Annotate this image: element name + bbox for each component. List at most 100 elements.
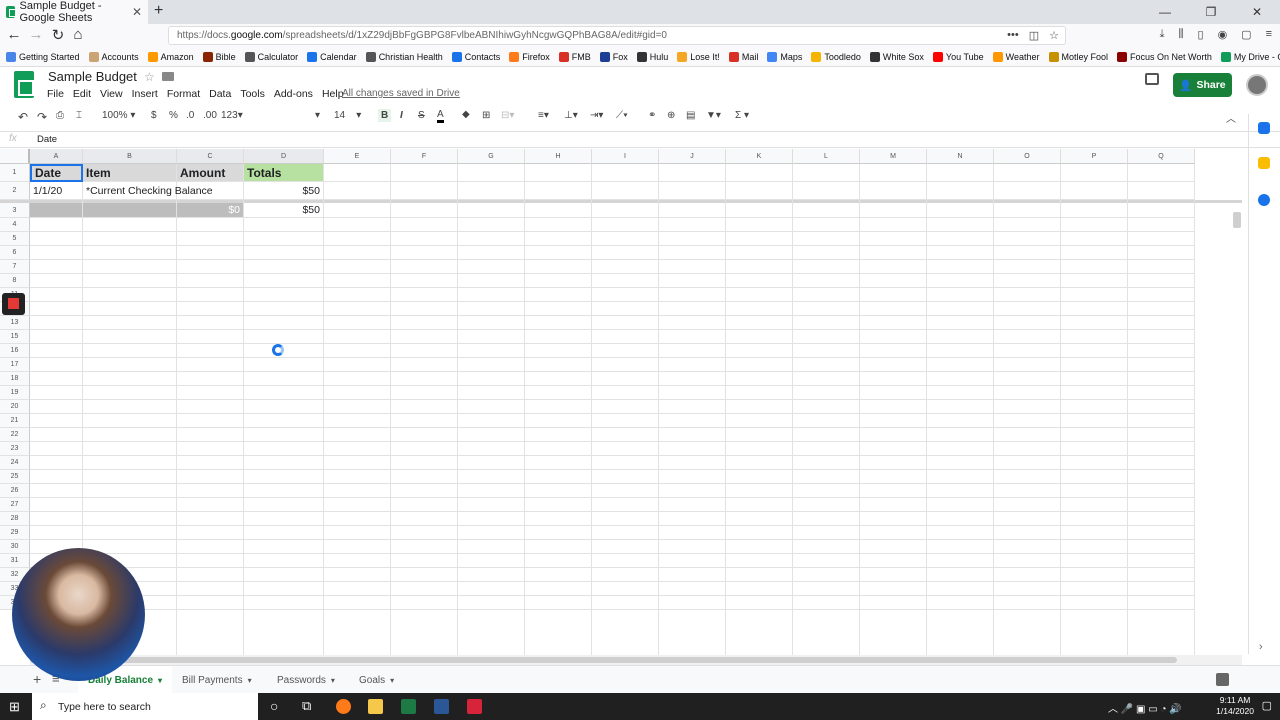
quicken-icon[interactable] xyxy=(467,699,482,714)
functions-button[interactable]: Σ ▾ xyxy=(735,110,749,121)
firefox-icon[interactable] xyxy=(336,699,351,714)
column-header-j[interactable]: J xyxy=(659,149,726,164)
browser-tab[interactable]: Sample Budget - Google Sheets ✕ xyxy=(0,0,148,24)
row-header-25[interactable]: 25 xyxy=(0,470,30,484)
chevron-down-icon[interactable]: ▾ xyxy=(248,676,252,685)
row-header-20[interactable]: 20 xyxy=(0,400,30,414)
forward-icon[interactable]: → xyxy=(26,26,46,43)
bookmark-item[interactable]: Accounts xyxy=(88,51,139,62)
column-header-b[interactable]: B xyxy=(83,149,177,164)
close-window-icon[interactable]: ✕ xyxy=(1234,0,1280,24)
percent-button[interactable]: % xyxy=(169,110,178,121)
avatar[interactable] xyxy=(1246,74,1268,96)
column-header-c[interactable]: C xyxy=(177,149,244,164)
formula-bar[interactable]: fx Date xyxy=(0,132,1280,148)
column-header-h[interactable]: H xyxy=(525,149,592,164)
column-header-i[interactable]: I xyxy=(592,149,659,164)
row-header-23[interactable]: 23 xyxy=(0,442,30,456)
menu-icon[interactable]: ≡ xyxy=(1266,28,1272,41)
menu-file[interactable]: File xyxy=(47,88,64,100)
bookmark-item[interactable]: Motley Fool xyxy=(1048,51,1108,62)
align-vertical-icon[interactable]: ⊥▾ xyxy=(564,110,578,121)
row-header-26[interactable]: 26 xyxy=(0,484,30,498)
bookmark-item[interactable]: Amazon xyxy=(147,51,194,62)
word-icon[interactable] xyxy=(434,699,449,714)
cell-c3[interactable]: $0 xyxy=(177,203,244,218)
home-icon[interactable]: ⌂ xyxy=(68,26,88,43)
bookmark-item[interactable]: Calendar xyxy=(307,51,357,62)
row-header-21[interactable]: 21 xyxy=(0,414,30,428)
bookmark-item[interactable]: Fox xyxy=(599,51,628,62)
bookmark-item[interactable]: Getting Started xyxy=(6,51,80,62)
menu-format[interactable]: Format xyxy=(167,88,200,100)
cortana-icon[interactable]: ○ xyxy=(270,698,278,714)
vertical-scrollbar[interactable] xyxy=(1233,212,1241,228)
cell-b1[interactable]: Item xyxy=(83,164,177,182)
page-actions-icon[interactable]: ••• xyxy=(1007,29,1019,42)
new-tab-icon[interactable]: + xyxy=(154,2,163,20)
row-header-16[interactable]: 16 xyxy=(0,344,30,358)
row-header-28[interactable]: 28 xyxy=(0,512,30,526)
bookmark-item[interactable]: Hulu xyxy=(636,51,668,62)
row-header-15[interactable]: 15 xyxy=(0,330,30,344)
column-header-k[interactable]: K xyxy=(726,149,793,164)
decrease-decimal-button[interactable]: .0 xyxy=(186,110,194,121)
bold-button[interactable]: B xyxy=(378,109,392,122)
insert-comment-icon[interactable]: ⊕ xyxy=(667,110,675,121)
document-title[interactable]: Sample Budget xyxy=(48,69,137,84)
chevron-down-icon[interactable]: ▾ xyxy=(390,676,394,685)
sheet-tab-passwords[interactable]: Passwords ▾ xyxy=(277,666,335,694)
font-size-select[interactable]: 14 ▾ xyxy=(334,110,361,121)
system-tray-icons[interactable]: ︿ 🎤 ▣ ▭ ◔ 🔊 xyxy=(1108,700,1182,715)
row-header-3[interactable]: 3 xyxy=(0,203,30,218)
bookmark-item[interactable]: My Drive - Google Drive xyxy=(1220,51,1280,62)
column-header-q[interactable]: Q xyxy=(1128,149,1195,164)
bookmark-item[interactable]: Focus On Net Worth xyxy=(1117,51,1212,62)
row-header-1[interactable]: 1 xyxy=(0,164,30,182)
redo-icon[interactable]: ↷ xyxy=(37,110,47,124)
account-icon[interactable]: ◉ xyxy=(1218,28,1228,41)
cell-a1[interactable]: Date xyxy=(30,164,83,182)
row-header-29[interactable]: 29 xyxy=(0,526,30,540)
strikethrough-button[interactable]: S xyxy=(418,110,425,121)
column-header-n[interactable]: N xyxy=(927,149,994,164)
formula-value[interactable]: Date xyxy=(37,134,57,145)
row-header-24[interactable]: 24 xyxy=(0,456,30,470)
bookmark-item[interactable]: Firefox xyxy=(509,51,550,62)
save-status[interactable]: All changes saved in Drive xyxy=(342,88,460,99)
bookmark-item[interactable]: White Sox xyxy=(869,51,924,62)
record-stop-button[interactable] xyxy=(2,293,25,315)
explore-icon[interactable] xyxy=(1216,673,1229,686)
sheets-logo-icon[interactable] xyxy=(14,71,34,98)
column-header-e[interactable]: E xyxy=(324,149,391,164)
insert-chart-icon[interactable]: ▤ xyxy=(686,110,695,121)
menu-edit[interactable]: Edit xyxy=(73,88,91,100)
task-view-icon[interactable]: ⧉ xyxy=(302,698,311,714)
cell-c1[interactable]: Amount xyxy=(177,164,244,182)
bookmark-item[interactable]: You Tube xyxy=(932,51,984,62)
cell-d3[interactable]: $50 xyxy=(244,203,324,218)
column-header-p[interactable]: P xyxy=(1061,149,1128,164)
minimize-icon[interactable]: — xyxy=(1142,0,1188,24)
cell-a2[interactable]: 1/1/20 xyxy=(30,182,83,200)
font-family-select[interactable]: ▾ xyxy=(252,110,320,121)
column-header-a[interactable]: A xyxy=(30,149,83,164)
row-header-19[interactable]: 19 xyxy=(0,386,30,400)
sheet-tab-bill-payments[interactable]: Bill Payments ▾ xyxy=(182,666,252,694)
file-explorer-icon[interactable] xyxy=(368,699,383,714)
bookmark-item[interactable]: Toodledo xyxy=(811,51,861,62)
sidebar-icon[interactable]: ▯ xyxy=(1198,28,1204,41)
star-icon[interactable]: ☆ xyxy=(144,70,155,84)
column-header-d[interactable]: D xyxy=(244,149,324,164)
column-header-m[interactable]: M xyxy=(860,149,927,164)
print-icon[interactable]: ⎙ xyxy=(56,110,64,121)
library-icon[interactable]: ⫼ xyxy=(1178,28,1183,41)
menu-help[interactable]: Help xyxy=(322,88,344,100)
cell-d2[interactable]: $50 xyxy=(244,182,324,200)
cell-d1[interactable]: Totals xyxy=(244,164,324,182)
row-header-30[interactable]: 30 xyxy=(0,540,30,554)
currency-button[interactable]: $ xyxy=(151,110,157,121)
undo-icon[interactable]: ↶ xyxy=(18,110,28,124)
row-header-31[interactable]: 31 xyxy=(0,554,30,568)
bookmark-item[interactable]: Mail xyxy=(728,51,758,62)
